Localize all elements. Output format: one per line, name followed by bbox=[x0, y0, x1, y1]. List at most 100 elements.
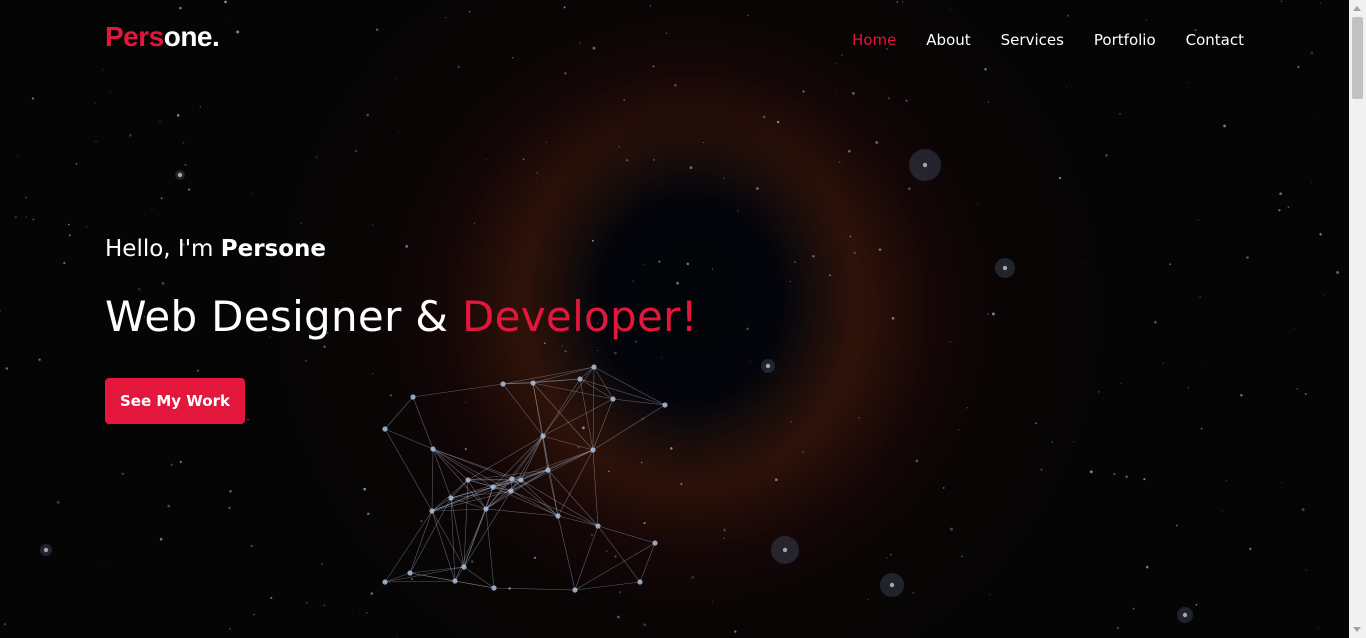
network-link bbox=[520, 479, 599, 527]
network-node bbox=[545, 467, 551, 473]
network-node bbox=[382, 426, 388, 432]
network-node bbox=[430, 446, 436, 452]
network-node bbox=[610, 396, 616, 402]
network-link bbox=[492, 486, 559, 517]
network-link bbox=[542, 366, 595, 437]
network-node bbox=[591, 364, 597, 370]
nav-link-services[interactable]: Services bbox=[1001, 31, 1064, 49]
nav-link-portfolio[interactable]: Portfolio bbox=[1094, 31, 1156, 49]
hero-greeting: Hello, I'm Persone bbox=[105, 236, 698, 262]
nav-item-portfolio: Portfolio bbox=[1094, 30, 1156, 49]
network-link bbox=[502, 383, 544, 437]
network-link bbox=[557, 515, 576, 591]
network-node bbox=[382, 579, 388, 585]
network-node bbox=[483, 506, 489, 512]
logo-text: one. bbox=[163, 21, 220, 52]
hero-headline: Web Designer & Developer! bbox=[105, 292, 698, 341]
network-link bbox=[542, 435, 594, 451]
page-scrollbar[interactable] bbox=[1349, 0, 1366, 638]
network-link bbox=[592, 398, 614, 451]
greeting-prefix: Hello, I'm bbox=[105, 236, 221, 262]
network-node bbox=[530, 380, 536, 386]
network-link bbox=[557, 449, 594, 517]
network-link bbox=[579, 378, 666, 406]
network-link bbox=[593, 366, 666, 406]
network-link bbox=[612, 398, 666, 406]
network-node bbox=[540, 433, 546, 439]
scroll-up-arrow-icon[interactable] bbox=[1353, 6, 1361, 11]
scroll-down-arrow-icon[interactable] bbox=[1353, 627, 1361, 632]
network-link bbox=[463, 566, 495, 589]
network-link bbox=[542, 398, 614, 437]
network-link bbox=[592, 449, 599, 527]
network-link bbox=[597, 525, 641, 583]
network-link bbox=[432, 448, 494, 488]
network-node bbox=[429, 508, 435, 514]
network-link bbox=[432, 448, 513, 480]
network-node bbox=[637, 579, 643, 585]
network-link bbox=[431, 478, 513, 512]
network-node bbox=[509, 476, 515, 482]
network-link bbox=[409, 572, 495, 589]
network-node bbox=[518, 477, 524, 483]
nav-item-services: Services bbox=[1001, 30, 1064, 49]
network-link bbox=[532, 382, 549, 471]
network-link bbox=[592, 366, 595, 451]
network-link bbox=[432, 448, 512, 492]
network-node bbox=[572, 587, 578, 593]
network-link bbox=[574, 525, 599, 591]
network-node bbox=[465, 477, 471, 483]
network-link bbox=[463, 508, 487, 568]
network-link bbox=[450, 490, 512, 499]
network-link bbox=[547, 469, 599, 527]
network-link bbox=[485, 469, 549, 510]
network-link bbox=[432, 448, 452, 499]
network-link bbox=[432, 448, 469, 481]
network-link bbox=[579, 378, 594, 451]
headline-prefix: Web Designer & bbox=[105, 292, 462, 341]
network-link bbox=[384, 396, 414, 430]
network-link bbox=[412, 383, 504, 398]
network-node bbox=[407, 570, 413, 576]
nav-menu: Home About Services Portfolio Contact bbox=[852, 30, 1244, 49]
network-link bbox=[431, 510, 465, 568]
network-link bbox=[384, 566, 465, 583]
hero-content: Hello, I'm Persone Web Designer & Develo… bbox=[105, 236, 698, 341]
network-node bbox=[508, 488, 514, 494]
nav-item-contact: Contact bbox=[1186, 30, 1244, 49]
site-logo[interactable]: Persone. bbox=[105, 21, 220, 53]
nav-item-home: Home bbox=[852, 30, 896, 49]
network-node bbox=[461, 564, 467, 570]
network-link bbox=[542, 378, 581, 437]
network-node bbox=[595, 523, 601, 529]
network-link bbox=[592, 404, 666, 451]
navbar: Persone. Home About Services Portfolio C… bbox=[0, 0, 1349, 80]
network-link bbox=[542, 435, 549, 471]
network-link bbox=[597, 525, 656, 544]
nav-link-about[interactable]: About bbox=[926, 31, 970, 49]
network-link bbox=[574, 581, 641, 591]
network-link bbox=[384, 428, 433, 512]
network-node bbox=[448, 495, 454, 501]
network-link bbox=[384, 580, 456, 583]
nav-link-contact[interactable]: Contact bbox=[1186, 31, 1244, 49]
network-link bbox=[412, 396, 434, 450]
hero-background: Persone. Home About Services Portfolio C… bbox=[0, 0, 1349, 638]
network-node bbox=[500, 381, 506, 387]
network-node bbox=[577, 376, 583, 382]
network-link bbox=[432, 448, 522, 481]
network-node bbox=[662, 402, 668, 408]
logo-accent-text: Pers bbox=[105, 21, 164, 52]
network-node bbox=[652, 540, 658, 546]
see-my-work-button[interactable]: See My Work bbox=[105, 378, 245, 424]
greeting-name: Persone bbox=[220, 236, 327, 262]
network-node bbox=[490, 484, 496, 490]
network-link bbox=[409, 510, 433, 574]
network-link bbox=[431, 508, 487, 512]
network-node bbox=[410, 394, 416, 400]
scrollbar-thumb[interactable] bbox=[1352, 17, 1363, 99]
network-link bbox=[547, 449, 594, 471]
network-node bbox=[555, 513, 561, 519]
network-link bbox=[574, 542, 656, 591]
nav-link-home[interactable]: Home bbox=[852, 31, 896, 49]
